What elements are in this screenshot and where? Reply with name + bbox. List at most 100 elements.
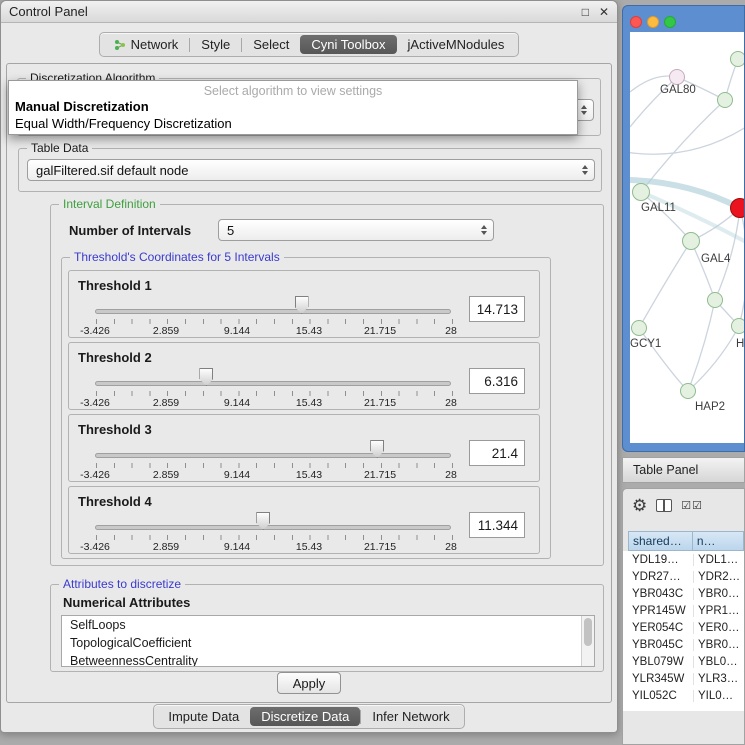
zoom-traffic-light-icon[interactable] [664, 16, 676, 28]
tick-label: 2.859 [153, 397, 179, 409]
threshold-value-field[interactable]: 6.316 [469, 368, 525, 394]
network-node[interactable] [707, 292, 723, 308]
tick-label: 2.859 [153, 541, 179, 553]
table-row[interactable]: YPR145WYPR1… [628, 602, 744, 619]
tab-infer-network[interactable]: Infer Network [361, 707, 460, 726]
minimize-traffic-light-icon[interactable] [647, 16, 659, 28]
apply-button[interactable]: Apply [277, 672, 341, 694]
numerical-attributes-label: Numerical Attributes [63, 595, 190, 610]
tick-label: 28 [445, 397, 457, 409]
threshold-slider[interactable] [95, 453, 451, 458]
num-intervals-label: Number of Intervals [69, 223, 191, 238]
threshold-slider[interactable] [95, 525, 451, 530]
tab-label: jActiveMNodules [408, 37, 505, 52]
tab-label: Infer Network [372, 709, 449, 724]
slider-handle[interactable] [295, 296, 309, 314]
tab-cyni-toolbox[interactable]: Cyni Toolbox [300, 35, 396, 54]
network-node[interactable] [680, 383, 696, 399]
table-row[interactable]: YER054CYER0… [628, 619, 744, 636]
network-node[interactable] [730, 51, 744, 67]
tick-label: 21.715 [364, 541, 396, 553]
table-data-combobox[interactable]: galFiltered.sif default node [27, 159, 595, 181]
threshold-value-field[interactable]: 21.4 [469, 440, 525, 466]
table-row[interactable]: YBR043CYBR0… [628, 585, 744, 602]
combo-arrows-icon [582, 165, 588, 175]
threshold-slider[interactable] [95, 309, 451, 314]
list-scrollbar[interactable] [581, 616, 594, 666]
tab-style[interactable]: Style [190, 35, 241, 54]
traffic-lights [630, 16, 676, 28]
combo-arrows-icon [481, 225, 487, 235]
node-label: GAL11 [641, 202, 676, 214]
network-node-selected[interactable] [730, 198, 744, 218]
table-row[interactable]: YBL079WYBL0… [628, 653, 744, 670]
cell: YDL1… [694, 554, 742, 566]
combo-value: galFiltered.sif default node [28, 163, 582, 178]
network-node[interactable] [632, 183, 650, 201]
network-canvas[interactable]: GAL80 GAL11 GAL4 GCY1 HAP2 H [630, 32, 744, 443]
scrollbar-thumb[interactable] [584, 618, 592, 646]
table-row[interactable]: YBR045CYBR0… [628, 636, 744, 653]
tab-jactivemodules[interactable]: jActiveMNodules [397, 35, 516, 54]
threshold-label: Threshold 1 [78, 278, 152, 293]
threshold-label: Threshold 2 [78, 350, 152, 365]
minimize-icon[interactable]: □ [582, 5, 589, 19]
column-header[interactable]: n… [693, 531, 744, 551]
gear-icon[interactable]: ⚙ [632, 497, 647, 514]
tab-discretize-data[interactable]: Discretize Data [250, 707, 360, 726]
popup-option-manual-discretization[interactable]: Manual Discretization [9, 98, 577, 115]
num-intervals-combobox[interactable]: 5 [218, 219, 494, 241]
slider-handle[interactable] [256, 512, 270, 530]
network-view-window: GAL80 GAL11 GAL4 GCY1 HAP2 H [622, 5, 745, 452]
columns-icon[interactable] [656, 499, 672, 512]
slider-handle[interactable] [370, 440, 384, 458]
table-header-row: shared… n… [623, 531, 744, 551]
network-node[interactable] [669, 69, 685, 85]
cell: YDR27… [628, 571, 694, 583]
tick-label: 21.715 [364, 469, 396, 481]
table-row[interactable]: YDL19…YDL1… [628, 551, 744, 568]
table-panel-header[interactable]: Table Panel [622, 457, 745, 483]
slider-handle[interactable] [199, 368, 213, 386]
select-columns-checkboxes-icon[interactable]: ☑☑ [681, 499, 703, 512]
close-traffic-light-icon[interactable] [630, 16, 642, 28]
popup-option-equal-width-frequency[interactable]: Equal Width/Frequency Discretization [9, 115, 577, 132]
tick-label: 28 [445, 325, 457, 337]
table-row[interactable]: YIL052CYIL0… [628, 687, 744, 704]
group-title: Attributes to discretize [59, 577, 185, 591]
network-node[interactable] [731, 318, 744, 334]
cell: YDR2… [694, 571, 742, 583]
list-item[interactable]: TopologicalCoefficient [62, 634, 594, 652]
table-row[interactable]: YLR345WYLR3… [628, 670, 744, 687]
tick-label: 2.859 [153, 325, 179, 337]
cell: YBL079W [628, 656, 694, 668]
group-title: Table Data [27, 141, 92, 155]
control-panel-titlebar[interactable]: Control Panel □ ✕ [1, 1, 617, 23]
close-icon[interactable]: ✕ [599, 5, 609, 19]
list-item[interactable]: SelfLoops [62, 616, 594, 634]
table-row[interactable]: YDR27…YDR2… [628, 568, 744, 585]
tab-select[interactable]: Select [242, 35, 300, 54]
list-item[interactable]: BetweennessCentrality [62, 652, 594, 667]
network-node[interactable] [682, 232, 700, 250]
cell: YER054C [628, 622, 694, 634]
group-title: Threshold's Coordinates for 5 Intervals [70, 250, 284, 264]
tab-label: Network [131, 37, 179, 52]
cell: YIL0… [694, 690, 742, 702]
threshold-value-field[interactable]: 14.713 [469, 296, 525, 322]
threshold-row: Threshold 3 -3.426 2.859 9.144 15.43 21.… [68, 414, 540, 482]
numerical-attributes-list: SelfLoops TopologicalCoefficient Between… [61, 615, 595, 667]
network-node[interactable] [631, 320, 647, 336]
threshold-label: Threshold 3 [78, 422, 152, 437]
threshold-slider[interactable] [95, 381, 451, 386]
slider-ticks [96, 535, 453, 540]
interval-definition-group: Interval Definition Number of Intervals … [50, 204, 604, 566]
column-header[interactable]: shared… [628, 531, 693, 551]
network-node[interactable] [717, 92, 733, 108]
attributes-group: Attributes to discretize Numerical Attri… [50, 584, 604, 672]
tab-network[interactable]: Network [103, 35, 190, 54]
tab-impute-data[interactable]: Impute Data [157, 707, 250, 726]
cell: YIL052C [628, 690, 694, 702]
threshold-value-field[interactable]: 11.344 [469, 512, 525, 538]
tab-label: Impute Data [168, 709, 239, 724]
